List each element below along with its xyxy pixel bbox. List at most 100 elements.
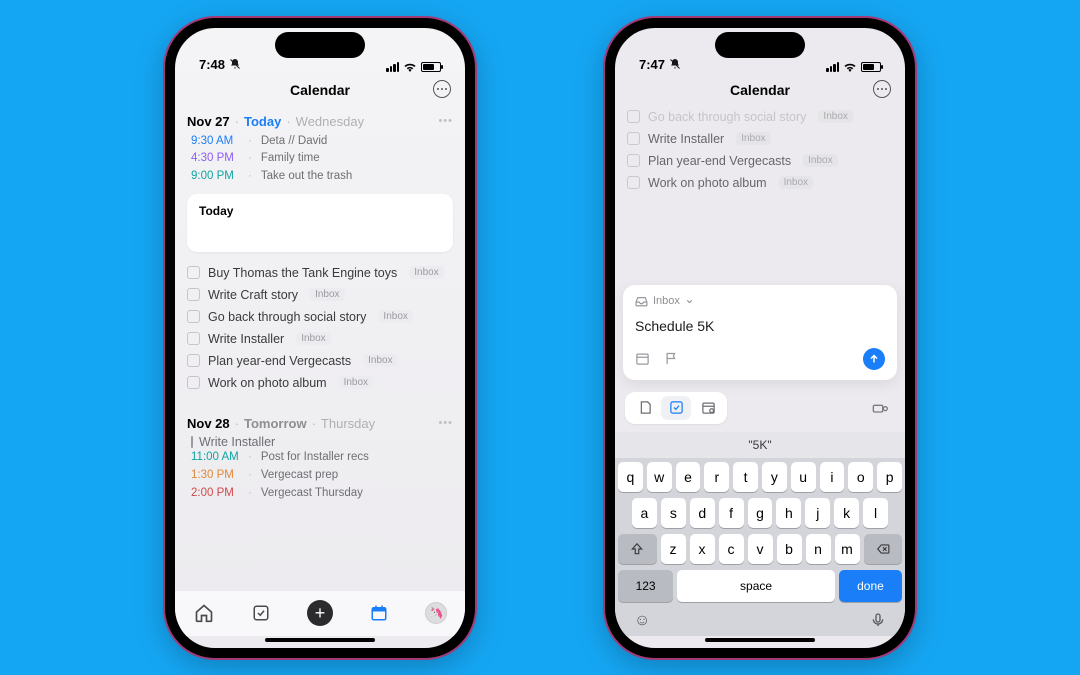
task-row[interactable]: Write InstallerInbox (187, 328, 453, 350)
date-value: Nov 27 (187, 114, 230, 129)
key-row-3: z x c v b n m (618, 534, 902, 564)
day-header-today[interactable]: Nov 27 · Today · Wednesday ••• (187, 114, 453, 129)
segment-note[interactable] (629, 396, 659, 420)
key-w[interactable]: w (647, 462, 672, 492)
keyboard: q w e r t y u i o p a s d f g h j k l (615, 458, 905, 636)
task-row: Plan year-end VergecastsInbox (627, 150, 893, 172)
battery-icon (421, 62, 441, 72)
tab-bar: + 🦄 (175, 590, 465, 636)
checkbox-icon[interactable] (187, 288, 200, 301)
key-l[interactable]: l (863, 498, 888, 528)
segment-task[interactable] (661, 396, 691, 420)
key-r[interactable]: r (704, 462, 729, 492)
key-space[interactable]: space (677, 570, 835, 602)
home-indicator[interactable] (705, 638, 815, 642)
date-icon[interactable] (635, 351, 650, 366)
compose-type-segment (615, 386, 905, 432)
task-tag: Inbox (296, 332, 330, 345)
silent-icon (669, 58, 681, 70)
tab-home[interactable] (193, 602, 215, 624)
task-row[interactable]: Buy Thomas the Tank Engine toysInbox (187, 262, 453, 284)
tab-tasks[interactable] (250, 602, 272, 624)
task-row[interactable]: Write Craft storyInbox (187, 284, 453, 306)
event-row[interactable]: 11:00 AM·Post for Installer recs (191, 449, 453, 467)
key-d[interactable]: d (690, 498, 715, 528)
more-button[interactable] (873, 80, 891, 98)
tab-add-button[interactable]: + (307, 600, 333, 626)
day-more-icon[interactable]: ••• (438, 115, 453, 127)
screen-right: 7:47 Calendar Go back through social sto… (615, 28, 905, 648)
key-done[interactable]: done (839, 570, 902, 602)
day-header-tomorrow[interactable]: Nov 28 · Tomorrow · Thursday ••• (187, 416, 453, 431)
key-c[interactable]: c (719, 534, 744, 564)
chevron-down-icon (685, 297, 694, 306)
key-b[interactable]: b (777, 534, 802, 564)
key-n[interactable]: n (806, 534, 831, 564)
page-title: Calendar (290, 82, 350, 98)
day-more-icon[interactable]: ••• (438, 417, 453, 429)
key-backspace[interactable] (864, 534, 903, 564)
task-row[interactable]: Plan year-end VergecastsInbox (187, 350, 453, 372)
key-v[interactable]: v (748, 534, 773, 564)
flag-icon[interactable] (664, 351, 679, 366)
nav-bar: Calendar (615, 74, 905, 104)
tab-calendar[interactable] (368, 602, 390, 624)
key-shift[interactable] (618, 534, 657, 564)
key-h[interactable]: h (776, 498, 801, 528)
phone-left: 7:48 Calendar Nov 27 · Today · Wednesday… (165, 18, 475, 658)
dynamic-island (715, 32, 805, 58)
keyboard-suggestion[interactable]: "5K" (615, 432, 905, 458)
task-row[interactable]: Go back through social storyInbox (187, 306, 453, 328)
event-row[interactable]: 1:30 PM·Vergecast prep (191, 467, 453, 485)
nav-bar: Calendar (175, 74, 465, 104)
task-inline[interactable]: Write Installer (191, 435, 453, 449)
checkbox-icon[interactable] (187, 310, 200, 323)
today-card[interactable]: Today (187, 194, 453, 252)
task-list-today: Buy Thomas the Tank Engine toysInbox Wri… (187, 262, 453, 394)
event-row[interactable]: 9:00 PM·Take out the trash (191, 168, 453, 186)
task-row[interactable]: Work on photo albumInbox (187, 372, 453, 394)
key-x[interactable]: x (690, 534, 715, 564)
key-u[interactable]: u (791, 462, 816, 492)
tab-profile[interactable]: 🦄 (425, 602, 447, 624)
checkbox-icon[interactable] (187, 376, 200, 389)
key-123[interactable]: 123 (618, 570, 673, 602)
key-q[interactable]: q (618, 462, 643, 492)
date-weekday: Thursday (321, 416, 375, 431)
submit-button[interactable] (863, 348, 885, 370)
key-row-1: q w e r t y u i o p (618, 462, 902, 492)
event-row[interactable]: 9:30 AM·Deta // David (191, 133, 453, 151)
cell-signal-icon (826, 62, 839, 72)
checkbox-icon[interactable] (187, 332, 200, 345)
key-i[interactable]: i (820, 462, 845, 492)
key-y[interactable]: y (762, 462, 787, 492)
checkbox-icon[interactable] (187, 354, 200, 367)
mic-icon[interactable] (870, 612, 886, 628)
key-p[interactable]: p (877, 462, 902, 492)
key-a[interactable]: a (632, 498, 657, 528)
key-j[interactable]: j (805, 498, 830, 528)
key-s[interactable]: s (661, 498, 686, 528)
cell-signal-icon (386, 62, 399, 72)
background-tasks: Go back through social storyInbox Write … (627, 106, 893, 194)
event-row[interactable]: 2:00 PM·Vergecast Thursday (191, 485, 453, 503)
emoji-button[interactable]: ☺ (634, 612, 650, 630)
compose-title-input[interactable]: Schedule 5K (635, 318, 885, 334)
key-f[interactable]: f (719, 498, 744, 528)
key-e[interactable]: e (676, 462, 701, 492)
key-t[interactable]: t (733, 462, 758, 492)
event-row[interactable]: 4:30 PM·Family time (191, 150, 453, 168)
status-time: 7:47 (639, 57, 665, 72)
key-o[interactable]: o (848, 462, 873, 492)
task-tag: Inbox (409, 266, 443, 279)
more-button[interactable] (433, 80, 451, 98)
segment-event[interactable] (693, 396, 723, 420)
home-indicator[interactable] (265, 638, 375, 642)
key-k[interactable]: k (834, 498, 859, 528)
segment-extra[interactable] (865, 396, 895, 420)
checkbox-icon[interactable] (187, 266, 200, 279)
compose-list-picker[interactable]: Inbox (635, 295, 885, 308)
key-g[interactable]: g (748, 498, 773, 528)
key-m[interactable]: m (835, 534, 860, 564)
key-z[interactable]: z (661, 534, 686, 564)
